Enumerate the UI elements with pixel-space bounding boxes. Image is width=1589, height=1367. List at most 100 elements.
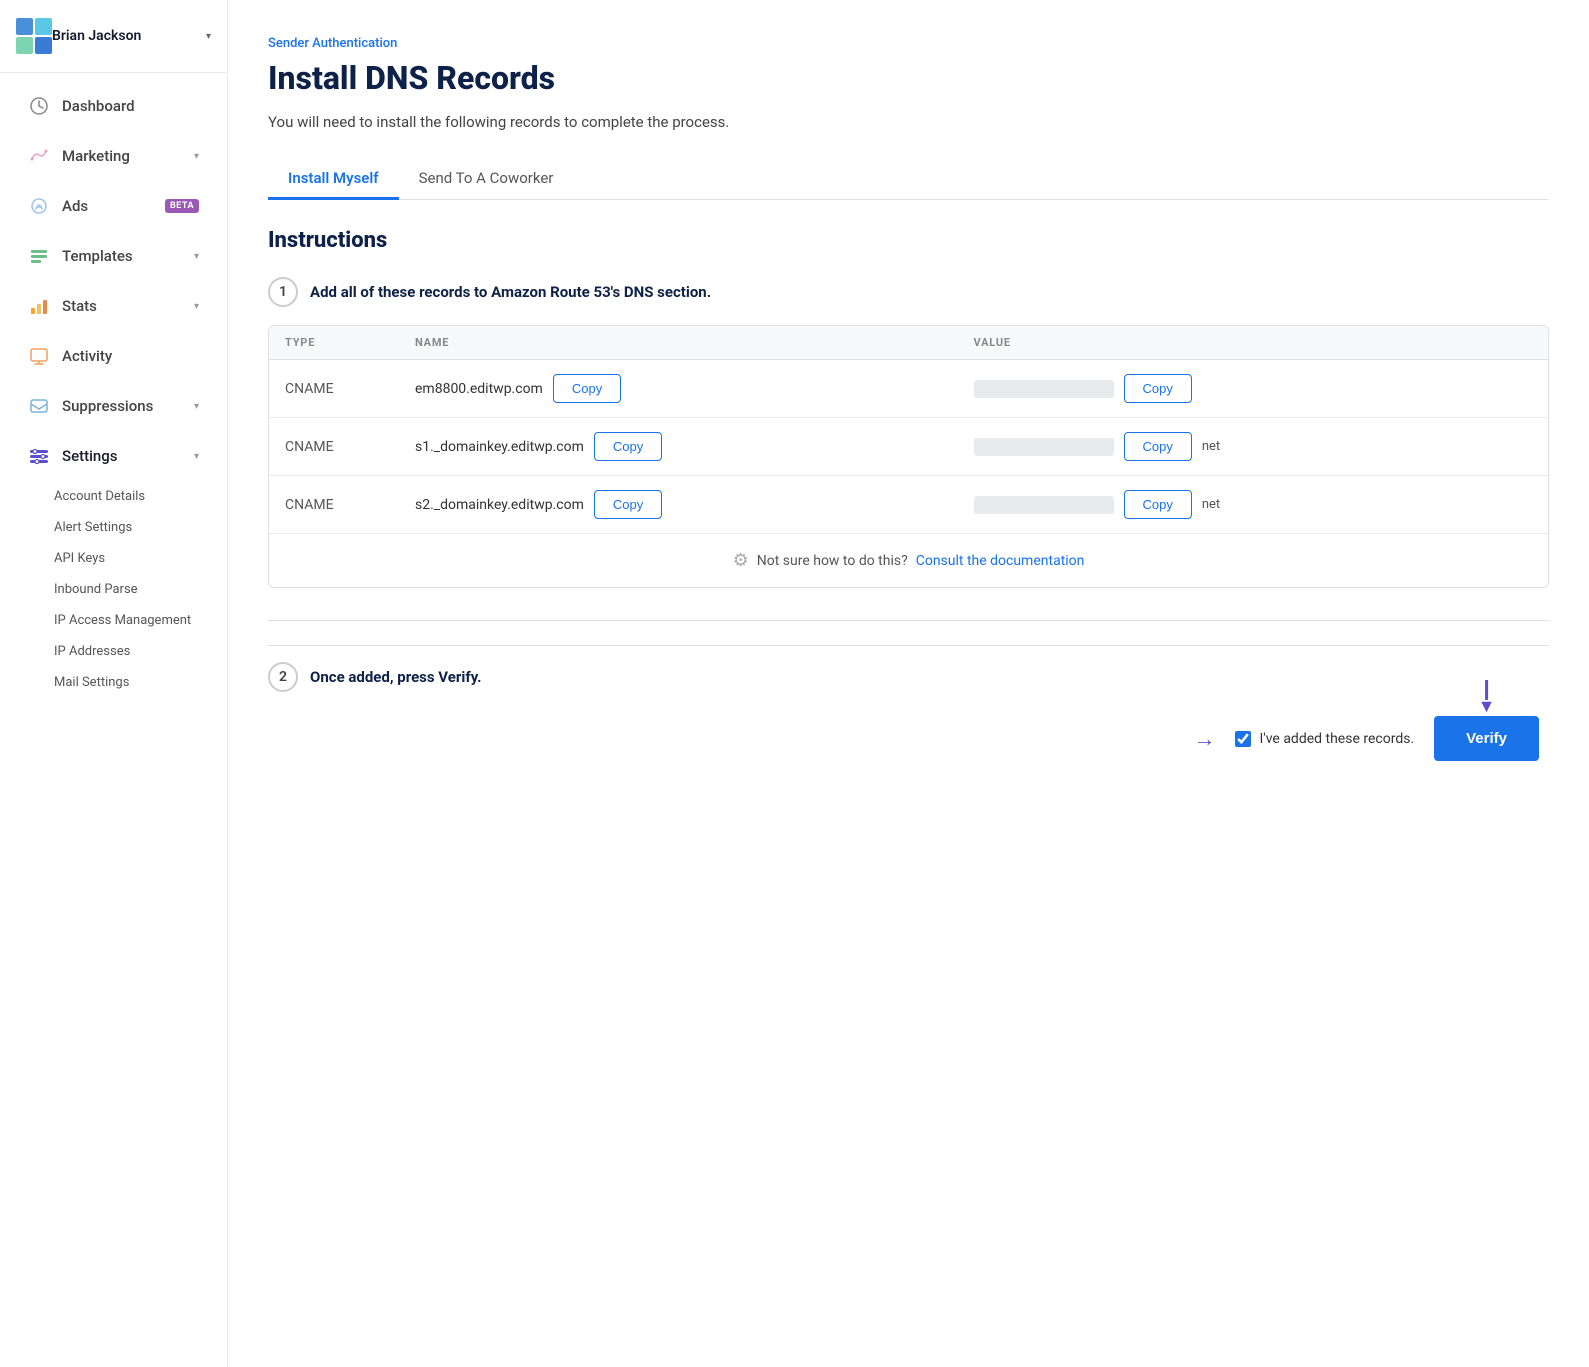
settings-chevron-icon: ▾ — [194, 451, 199, 462]
help-text: Not sure how to do this? — [757, 553, 908, 569]
step-1-container: 1 Add all of these records to Amazon Rou… — [268, 277, 1549, 588]
step-2-label: Once added, press Verify. — [310, 668, 482, 686]
suppressions-icon — [28, 395, 50, 417]
sidebar-item-dashboard-label: Dashboard — [62, 97, 199, 115]
copy-button-row3-value[interactable]: Copy — [1124, 490, 1192, 519]
sidebar-item-templates-label: Templates — [62, 247, 194, 265]
dns-row-1-name: em8800.editwp.com Copy — [415, 374, 974, 403]
sidebar-item-marketing[interactable]: Marketing ▾ — [8, 133, 219, 179]
dns-table: TYPE NAME VALUE CNAME em8800.editwp.com … — [268, 325, 1549, 588]
dns-row-1-value-blurred — [974, 380, 1114, 398]
sidebar-sub-api-keys[interactable]: API Keys — [0, 543, 227, 574]
sidebar-item-templates[interactable]: Templates ▾ — [8, 233, 219, 279]
breadcrumb: Sender Authentication — [268, 36, 1549, 51]
sidebar-sub-ip-addresses[interactable]: IP Addresses — [0, 636, 227, 667]
sidebar-item-activity-label: Activity — [62, 347, 199, 365]
tab-send-to-coworker[interactable]: Send To A Coworker — [399, 159, 574, 200]
dns-row-3-suffix: net — [1202, 497, 1220, 512]
arrow-right-icon: → — [1193, 726, 1215, 752]
settings-icon — [28, 445, 50, 467]
step-1-number: 1 — [268, 277, 298, 307]
dns-row-2: CNAME s1._domainkey.editwp.com Copy Copy… — [269, 418, 1548, 476]
dns-row-2-name: s1._domainkey.editwp.com Copy — [415, 432, 974, 461]
sidebar: Brian Jackson ▾ Dashboard Marketing ▾ — [0, 0, 228, 1367]
marketing-chevron-icon: ▾ — [194, 151, 199, 162]
step-2-container: 2 Once added, press Verify. → I've added… — [268, 645, 1549, 761]
arrow-indicator: → — [1193, 726, 1215, 752]
dns-row-3-name: s2._domainkey.editwp.com Copy — [415, 490, 974, 519]
page-title: Install DNS Records — [268, 59, 1549, 97]
dns-row-3: CNAME s2._domainkey.editwp.com Copy Copy… — [269, 476, 1548, 534]
sidebar-sub-account-details[interactable]: Account Details — [0, 481, 227, 512]
copy-button-row1-name[interactable]: Copy — [553, 374, 621, 403]
section-divider — [268, 620, 1549, 621]
dns-row-1-value: Copy — [974, 374, 1533, 403]
copy-button-row2-name[interactable]: Copy — [594, 432, 662, 461]
dns-row-2-value: Copy net — [974, 432, 1533, 461]
sidebar-item-suppressions[interactable]: Suppressions ▾ — [8, 383, 219, 429]
ads-icon — [28, 195, 50, 217]
dns-row-1: CNAME em8800.editwp.com Copy Copy — [269, 360, 1548, 418]
sidebar-item-settings[interactable]: Settings ▾ — [8, 433, 219, 479]
dns-row-3-value-blurred — [974, 496, 1114, 514]
sidebar-sub-mail-settings[interactable]: Mail Settings — [0, 667, 227, 698]
sidebar-item-ads[interactable]: Ads BETA — [8, 183, 219, 229]
sidebar-item-settings-label: Settings — [62, 447, 194, 465]
col-header-type: TYPE — [285, 336, 415, 349]
verify-btn-wrapper: ▼ Verify — [1434, 716, 1539, 761]
copy-button-row3-name[interactable]: Copy — [594, 490, 662, 519]
sidebar-sub-ip-access-mgmt[interactable]: IP Access Management — [0, 605, 227, 636]
sidebar-item-dashboard[interactable]: Dashboard — [8, 83, 219, 129]
sidebar-item-activity[interactable]: Activity — [8, 333, 219, 379]
dns-row-1-type: CNAME — [285, 381, 415, 397]
col-header-value: VALUE — [974, 336, 1533, 349]
sidebar-user[interactable]: Brian Jackson ▾ — [0, 0, 227, 73]
user-chevron-icon: ▾ — [206, 31, 211, 42]
sidebar-item-suppressions-label: Suppressions — [62, 397, 194, 415]
sidebar-item-marketing-label: Marketing — [62, 147, 194, 165]
sidebar-sub-inbound-parse[interactable]: Inbound Parse — [0, 574, 227, 605]
dns-row-2-value-blurred — [974, 438, 1114, 456]
step-1-label: Add all of these records to Amazon Route… — [310, 283, 711, 301]
arrow-down-head-icon: ▼ — [1478, 696, 1496, 717]
dns-row-2-suffix: net — [1202, 439, 1220, 454]
dns-row-3-type: CNAME — [285, 497, 415, 513]
brand-logo — [16, 18, 52, 54]
templates-chevron-icon: ▾ — [194, 251, 199, 262]
sidebar-item-stats[interactable]: Stats ▾ — [8, 283, 219, 329]
page-description: You will need to install the following r… — [268, 113, 1549, 131]
stats-icon — [28, 295, 50, 317]
dns-table-header: TYPE NAME VALUE — [269, 326, 1548, 360]
dns-row-2-type: CNAME — [285, 439, 415, 455]
verify-button[interactable]: Verify — [1434, 716, 1539, 761]
main-content: Sender Authentication Install DNS Record… — [228, 0, 1589, 1367]
col-header-name: NAME — [415, 336, 974, 349]
sidebar-sub-alert-settings[interactable]: Alert Settings — [0, 512, 227, 543]
help-icon: ⚙ — [733, 550, 749, 571]
sidebar-item-stats-label: Stats — [62, 297, 194, 315]
step-1-header: 1 Add all of these records to Amazon Rou… — [268, 277, 1549, 307]
checkbox-text: I've added these records. — [1259, 731, 1414, 747]
stats-chevron-icon: ▾ — [194, 301, 199, 312]
activity-icon — [28, 345, 50, 367]
sidebar-item-ads-label: Ads — [62, 197, 159, 215]
marketing-icon — [28, 145, 50, 167]
ads-beta-badge: BETA — [165, 199, 199, 213]
step2-actions: → I've added these records. ▼ Verify — [268, 716, 1549, 761]
copy-button-row2-value[interactable]: Copy — [1124, 432, 1192, 461]
instructions-title: Instructions — [268, 228, 1549, 253]
templates-icon — [28, 245, 50, 267]
tabs-container: Install Myself Send To A Coworker — [268, 159, 1549, 200]
arrow-down-indicator: ▼ — [1478, 680, 1496, 717]
dns-row-3-value: Copy net — [974, 490, 1533, 519]
tab-install-myself[interactable]: Install Myself — [268, 159, 399, 200]
step-2-number: 2 — [268, 662, 298, 692]
added-records-checkbox[interactable] — [1235, 731, 1251, 747]
help-row: ⚙ Not sure how to do this? Consult the d… — [269, 534, 1548, 587]
step-2-header: 2 Once added, press Verify. — [268, 662, 1549, 692]
added-records-label[interactable]: I've added these records. — [1235, 731, 1414, 747]
consult-docs-link[interactable]: Consult the documentation — [916, 553, 1085, 569]
copy-button-row1-value[interactable]: Copy — [1124, 374, 1192, 403]
dashboard-icon — [28, 95, 50, 117]
suppressions-chevron-icon: ▾ — [194, 401, 199, 412]
